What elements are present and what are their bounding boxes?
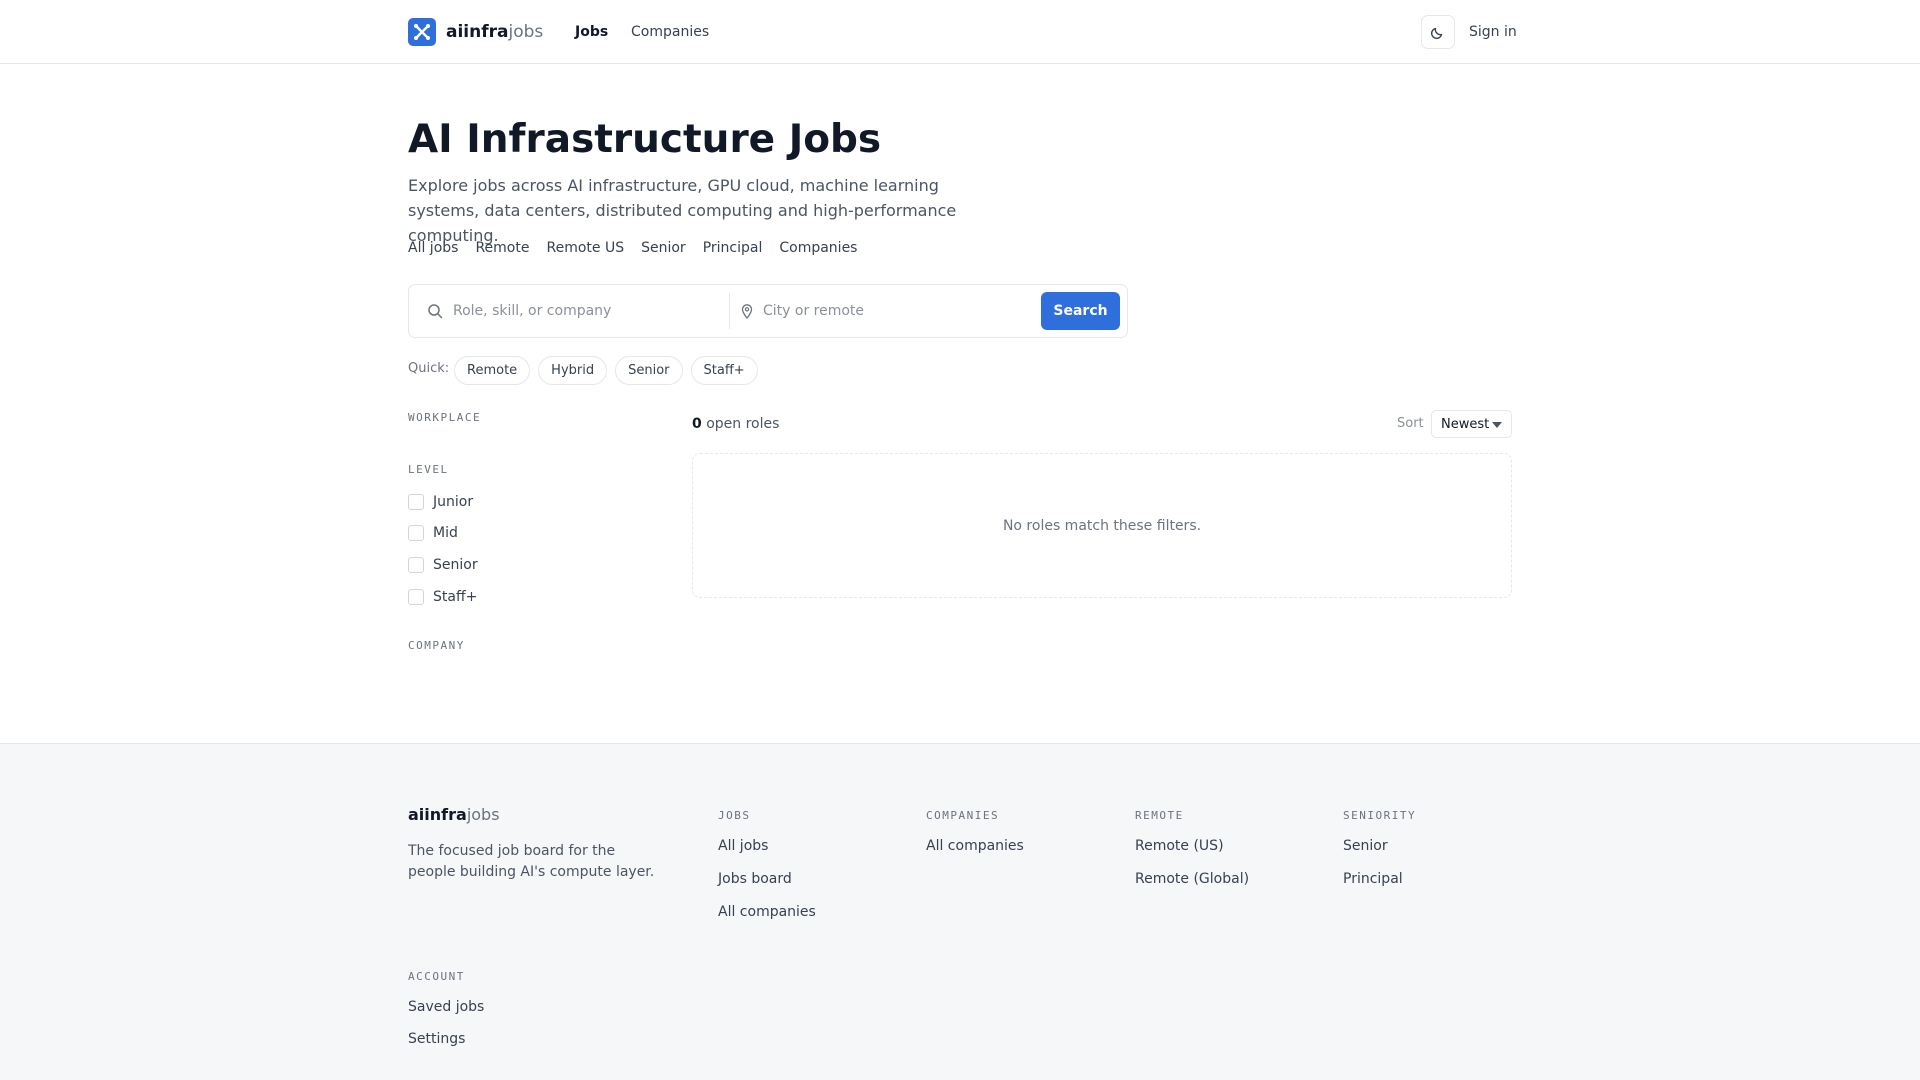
brand-name-bold: aiinfra bbox=[446, 22, 509, 42]
footer-link-jobs-board[interactable]: Jobs board bbox=[718, 869, 792, 889]
hero-link-senior[interactable]: Senior bbox=[641, 238, 686, 258]
quick-label: Quick: bbox=[408, 361, 450, 376]
hero-link-remote[interactable]: Remote bbox=[475, 238, 529, 258]
sort-select-value: Newest bbox=[1441, 417, 1490, 432]
quick-chip-hybrid[interactable]: Hybrid bbox=[538, 356, 608, 385]
page-title: AI Infrastructure Jobs bbox=[408, 117, 882, 162]
checkbox[interactable] bbox=[408, 525, 424, 541]
footer-heading-account: ACCOUNT bbox=[408, 970, 465, 983]
footer-brand-light: jobs bbox=[466, 805, 500, 824]
results-count-number: 0 bbox=[692, 416, 702, 432]
search-bar: Search bbox=[408, 284, 1128, 338]
level-label: Junior bbox=[433, 494, 474, 510]
quick-chip-remote[interactable]: Remote bbox=[454, 356, 531, 385]
level-filter-senior[interactable]: Senior bbox=[408, 555, 478, 575]
footer-link-settings[interactable]: Settings bbox=[408, 1029, 465, 1049]
empty-results-message: No roles match these filters. bbox=[1002, 517, 1202, 534]
footer-link-remote-us[interactable]: Remote (US) bbox=[1135, 836, 1224, 856]
search-icon bbox=[428, 304, 443, 319]
hero-link-principal[interactable]: Principal bbox=[703, 238, 763, 258]
brand-name[interactable]: aiinfrajobs bbox=[446, 20, 543, 44]
role-search-input[interactable] bbox=[453, 297, 718, 325]
footer-heading-jobs: JOBS bbox=[718, 809, 751, 822]
quick-chip-senior[interactable]: Senior bbox=[615, 356, 683, 385]
hero-link-all-jobs[interactable]: All jobs bbox=[408, 238, 458, 258]
filter-heading-level: LEVEL bbox=[408, 463, 449, 476]
hero-quick-links: All jobs Remote Remote US Senior Princip… bbox=[408, 238, 857, 258]
search-button[interactable]: Search bbox=[1041, 292, 1120, 330]
footer-link-remote-global[interactable]: Remote (Global) bbox=[1135, 869, 1249, 889]
filter-heading-company: COMPANY bbox=[408, 639, 465, 652]
checkbox[interactable] bbox=[408, 494, 424, 510]
footer-heading-seniority: SENIORITY bbox=[1343, 809, 1417, 822]
footer-heading-companies: COMPANIES bbox=[926, 809, 1000, 822]
filter-heading-workplace: WORKPLACE bbox=[408, 411, 482, 424]
sign-in-link[interactable]: Sign in bbox=[1469, 22, 1517, 42]
level-filter-staff-plus[interactable]: Staff+ bbox=[408, 587, 477, 607]
footer-brand-bold: aiinfra bbox=[408, 805, 467, 824]
hero-link-companies[interactable]: Companies bbox=[779, 238, 857, 258]
page-subtitle: Explore jobs across AI infrastructure, G… bbox=[408, 176, 957, 245]
map-pin-icon bbox=[741, 304, 753, 319]
search-divider bbox=[729, 293, 730, 329]
location-search-input[interactable] bbox=[763, 297, 1033, 325]
nav-companies[interactable]: Companies bbox=[631, 22, 709, 42]
caret-down-icon bbox=[1492, 422, 1502, 428]
site-header: aiinfrajobs Jobs Companies Sign in bbox=[0, 0, 1920, 64]
logo-cross-icon bbox=[414, 24, 430, 40]
checkbox[interactable] bbox=[408, 557, 424, 573]
footer-brand[interactable]: aiinfrajobs bbox=[408, 803, 500, 827]
brand-name-light: jobs bbox=[508, 22, 544, 42]
level-filter-mid[interactable]: Mid bbox=[408, 523, 458, 543]
footer-link-all-companies[interactable]: All companies bbox=[718, 902, 816, 922]
hero-link-remote-us[interactable]: Remote US bbox=[546, 238, 624, 258]
checkbox[interactable] bbox=[408, 589, 424, 605]
results-count: 0 open roles bbox=[692, 414, 779, 434]
sort-select[interactable]: Newest bbox=[1431, 410, 1512, 438]
footer-link-saved-jobs[interactable]: Saved jobs bbox=[408, 997, 484, 1017]
quick-chip-staff-plus[interactable]: Staff+ bbox=[690, 356, 758, 385]
sort-label: Sort bbox=[1397, 416, 1424, 431]
site-footer: aiinfrajobs The focused job board for th… bbox=[0, 743, 1920, 1080]
level-filter-junior[interactable]: Junior bbox=[408, 492, 473, 512]
empty-results-box: No roles match these filters. bbox=[692, 453, 1512, 598]
logo-icon[interactable] bbox=[408, 18, 436, 46]
level-label: Mid bbox=[433, 525, 458, 541]
footer-link-senior[interactable]: Senior bbox=[1343, 836, 1388, 856]
footer-tagline: The focused job board for the people bui… bbox=[408, 843, 655, 880]
level-label: Senior bbox=[433, 557, 478, 573]
nav-jobs[interactable]: Jobs bbox=[575, 22, 608, 42]
quick-chips: Remote Hybrid Senior Staff+ bbox=[454, 356, 758, 385]
footer-heading-remote: REMOTE bbox=[1135, 809, 1184, 822]
footer-link-companies-all[interactable]: All companies bbox=[926, 836, 1024, 856]
moon-icon bbox=[1430, 27, 1443, 40]
footer-link-principal[interactable]: Principal bbox=[1343, 869, 1403, 889]
level-label: Staff+ bbox=[433, 589, 478, 605]
results-count-label: open roles bbox=[701, 416, 780, 432]
theme-toggle-button[interactable] bbox=[1421, 15, 1455, 49]
footer-link-all-jobs[interactable]: All jobs bbox=[718, 836, 768, 856]
